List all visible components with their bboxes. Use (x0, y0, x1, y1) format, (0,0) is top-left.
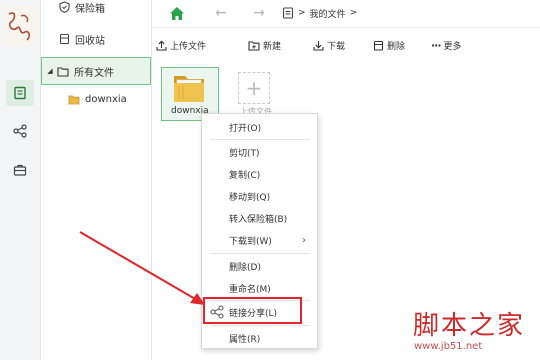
tree-item-downxia[interactable]: downxia (41, 88, 152, 110)
menu-divider (210, 253, 310, 254)
download-icon (313, 40, 324, 51)
upload-tile[interactable]: + (238, 72, 270, 104)
tree-item-label: 所有文件 (74, 67, 114, 79)
menu-item-delete[interactable]: 删除(D) (202, 255, 318, 277)
plus-icon: + (245, 76, 263, 100)
download-button[interactable]: 下载 (313, 34, 345, 56)
toolbox-nav-button[interactable] (6, 157, 34, 183)
menu-item-rename[interactable]: 重命名(M) (202, 277, 318, 299)
tree-item-vault[interactable]: 保险箱 (41, 0, 152, 18)
upload-button[interactable]: 上传文件 (156, 34, 206, 56)
document-icon (282, 7, 294, 19)
share-icon (13, 124, 27, 138)
document-icon (14, 86, 26, 100)
menu-item-download-to[interactable]: 下载到(W) › (202, 229, 318, 251)
watermark-url: www.jb51.net (414, 341, 483, 352)
back-button[interactable]: ← (212, 4, 230, 22)
menu-item-properties[interactable]: 属性(R) (202, 327, 318, 349)
breadcrumb: > 我的文件 > (282, 4, 357, 22)
arrow-right-icon: → (253, 5, 265, 21)
home-icon (170, 6, 184, 20)
files-nav-button[interactable] (6, 80, 34, 106)
left-rail (0, 0, 41, 360)
menu-item-move-to-vault[interactable]: 转入保险箱(B) (202, 207, 318, 229)
upload-icon (156, 40, 167, 51)
menu-item-copy[interactable]: 复制(C) (202, 163, 318, 185)
caret-down-icon: ◢ (47, 67, 53, 75)
shield-icon (57, 0, 71, 14)
tree-item-label: 回收站 (75, 35, 105, 47)
trash-icon (57, 32, 71, 46)
highlight-box (203, 297, 302, 324)
menu-item-move-to[interactable]: 移动到(Q) (202, 185, 318, 207)
ellipsis-icon: ··· (431, 38, 442, 52)
share-nav-button[interactable] (6, 118, 34, 144)
menu-item-open[interactable]: 打开(O) (202, 116, 318, 138)
breadcrumb-separator: > (298, 8, 306, 18)
folder-icon (67, 92, 81, 106)
home-button[interactable] (167, 4, 187, 22)
delete-button[interactable]: 删除 (373, 34, 405, 56)
folder-icon (171, 70, 207, 106)
avatar[interactable] (3, 6, 37, 46)
menu-item-cut[interactable]: 剪切(T) (202, 141, 318, 163)
menu-divider (210, 139, 310, 140)
new-folder-icon (248, 40, 260, 51)
breadcrumb-current[interactable]: 我的文件 (310, 7, 346, 20)
folder-outline-icon (56, 64, 70, 78)
watermark-brand: 脚本之家 (413, 311, 526, 341)
toolbar: 上传文件 新建 下载 删除 ··· 更多 (152, 34, 540, 56)
breadcrumb-separator: > (349, 8, 358, 18)
tree-item-label: downxia (85, 93, 127, 105)
forward-button[interactable]: → (250, 4, 268, 22)
trash-icon (373, 40, 384, 51)
more-button[interactable]: ··· 更多 (431, 34, 462, 56)
menu-divider (210, 325, 310, 326)
tree-item-label: 保险箱 (75, 3, 105, 15)
chevron-right-icon: › (302, 234, 306, 246)
arrow-left-icon: ← (215, 5, 227, 21)
toolbox-icon (13, 164, 27, 176)
new-button[interactable]: 新建 (248, 34, 281, 56)
folder-tree: 保险箱 回收站 ◢ 所有文件 downxia (41, 0, 152, 360)
tree-item-trash[interactable]: 回收站 (41, 28, 152, 50)
tree-item-all-files[interactable]: ◢ 所有文件 (41, 57, 151, 85)
nav-bar: ← → > 我的文件 > (152, 0, 540, 28)
